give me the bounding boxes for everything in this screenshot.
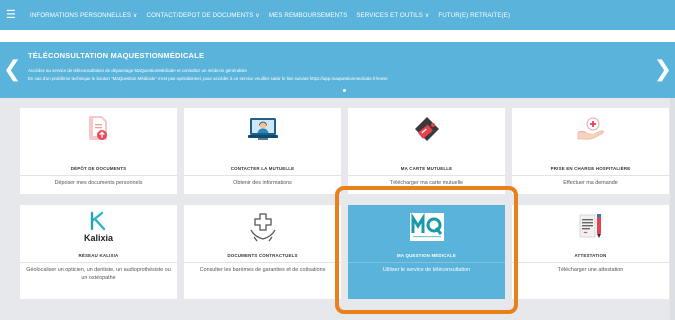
card-description: Consulter les barèmes de garanties et de… [199,267,326,273]
attestation-icon [579,214,601,238]
nav-spacer [0,30,675,42]
menu-icon[interactable]: ☰ [6,9,20,21]
document-upload-icon [88,116,107,140]
card-title: PRISE EN CHARGE HOSPITALIÈRE [550,166,631,171]
card-description: Télécharger une attestation [557,267,624,273]
card-title: ATTESTATION [574,253,607,258]
card-description: Obtenir des informations [233,180,292,186]
highlight-frame [335,186,518,314]
nav-item-retraite[interactable]: FUTUR(E) RETRAITE(E) [438,12,510,19]
chevron-left-icon[interactable]: ❮ [3,59,21,81]
top-navigation: ☰ INFORMATIONS PERSONNELLES ∨ CONTACT/DE… [0,0,675,30]
page-edge-shadow [670,98,675,320]
card-title: DÉPÔT DE DOCUMENTS [70,166,127,171]
banner-text-line1: Accédez au service de téléconsultation d… [28,68,247,73]
nav-item-services[interactable]: SERVICES ET OUTILS ∨ [356,12,429,19]
hospital-care-icon [577,117,604,140]
kalixia-logo [90,211,105,231]
card-title: RÉSEAU KALIXIA [78,253,119,258]
card-description: Déposer mes documents personnels [54,180,143,186]
teleconsultation-banner: ❮ TÉLÉCONSULTATION MAQUESTIONMÉDICALE Ac… [0,42,675,98]
card-reseau-kalixia[interactable]: Kalixia RÉSEAU KALIXIA Géolocaliser un o… [20,205,177,299]
nav-item-infos[interactable]: INFORMATIONS PERSONNELLES ∨ [30,12,138,19]
card-title: CONTACTER LA MUTUELLE [230,166,295,171]
card-description: Effectuer ma demande [563,180,618,186]
nav-item-remboursements[interactable]: MES REMBOURSEMENTS [269,12,347,19]
carousel-indicator[interactable] [343,89,346,92]
card-carte-mutuelle[interactable]: MA CARTE MUTUELLE Télécharger ma carte m… [348,108,505,194]
nav-item-contact[interactable]: CONTACT/DEPOT DE DOCUMENTS ∨ [147,12,260,19]
banner-text-line2: En cas d'un problème technique le bouton… [28,76,388,81]
card-title: MA CARTE MUTUELLE [400,166,453,171]
card-depot-documents[interactable]: DÉPÔT DE DOCUMENTS Déposer mes documents… [20,108,177,194]
chevron-right-icon[interactable]: ❯ [654,59,672,81]
card-title: DOCUMENTS CONTRACTUELS [227,253,298,258]
contact-agent-icon [247,118,278,140]
banner-title: TÉLÉCONSULTATION MAQUESTIONMÉDICALE [28,51,205,60]
kalixia-logo-text: Kalixia [83,233,114,243]
card-download-icon [414,117,439,141]
hands-cross-icon [249,213,276,242]
card-description: Géolocaliser un opticien, un dentiste, u… [26,267,171,281]
card-attestation[interactable]: ATTESTATION Télécharger une attestation [512,205,669,299]
card-contacter-mutuelle[interactable]: CONTACTER LA MUTUELLE Obtenir des inform… [184,108,341,194]
card-documents-contractuels[interactable]: DOCUMENTS CONTRACTUELS Consulter les bar… [184,205,341,299]
card-prise-en-charge[interactable]: PRISE EN CHARGE HOSPITALIÈRE Effectuer m… [512,108,669,194]
